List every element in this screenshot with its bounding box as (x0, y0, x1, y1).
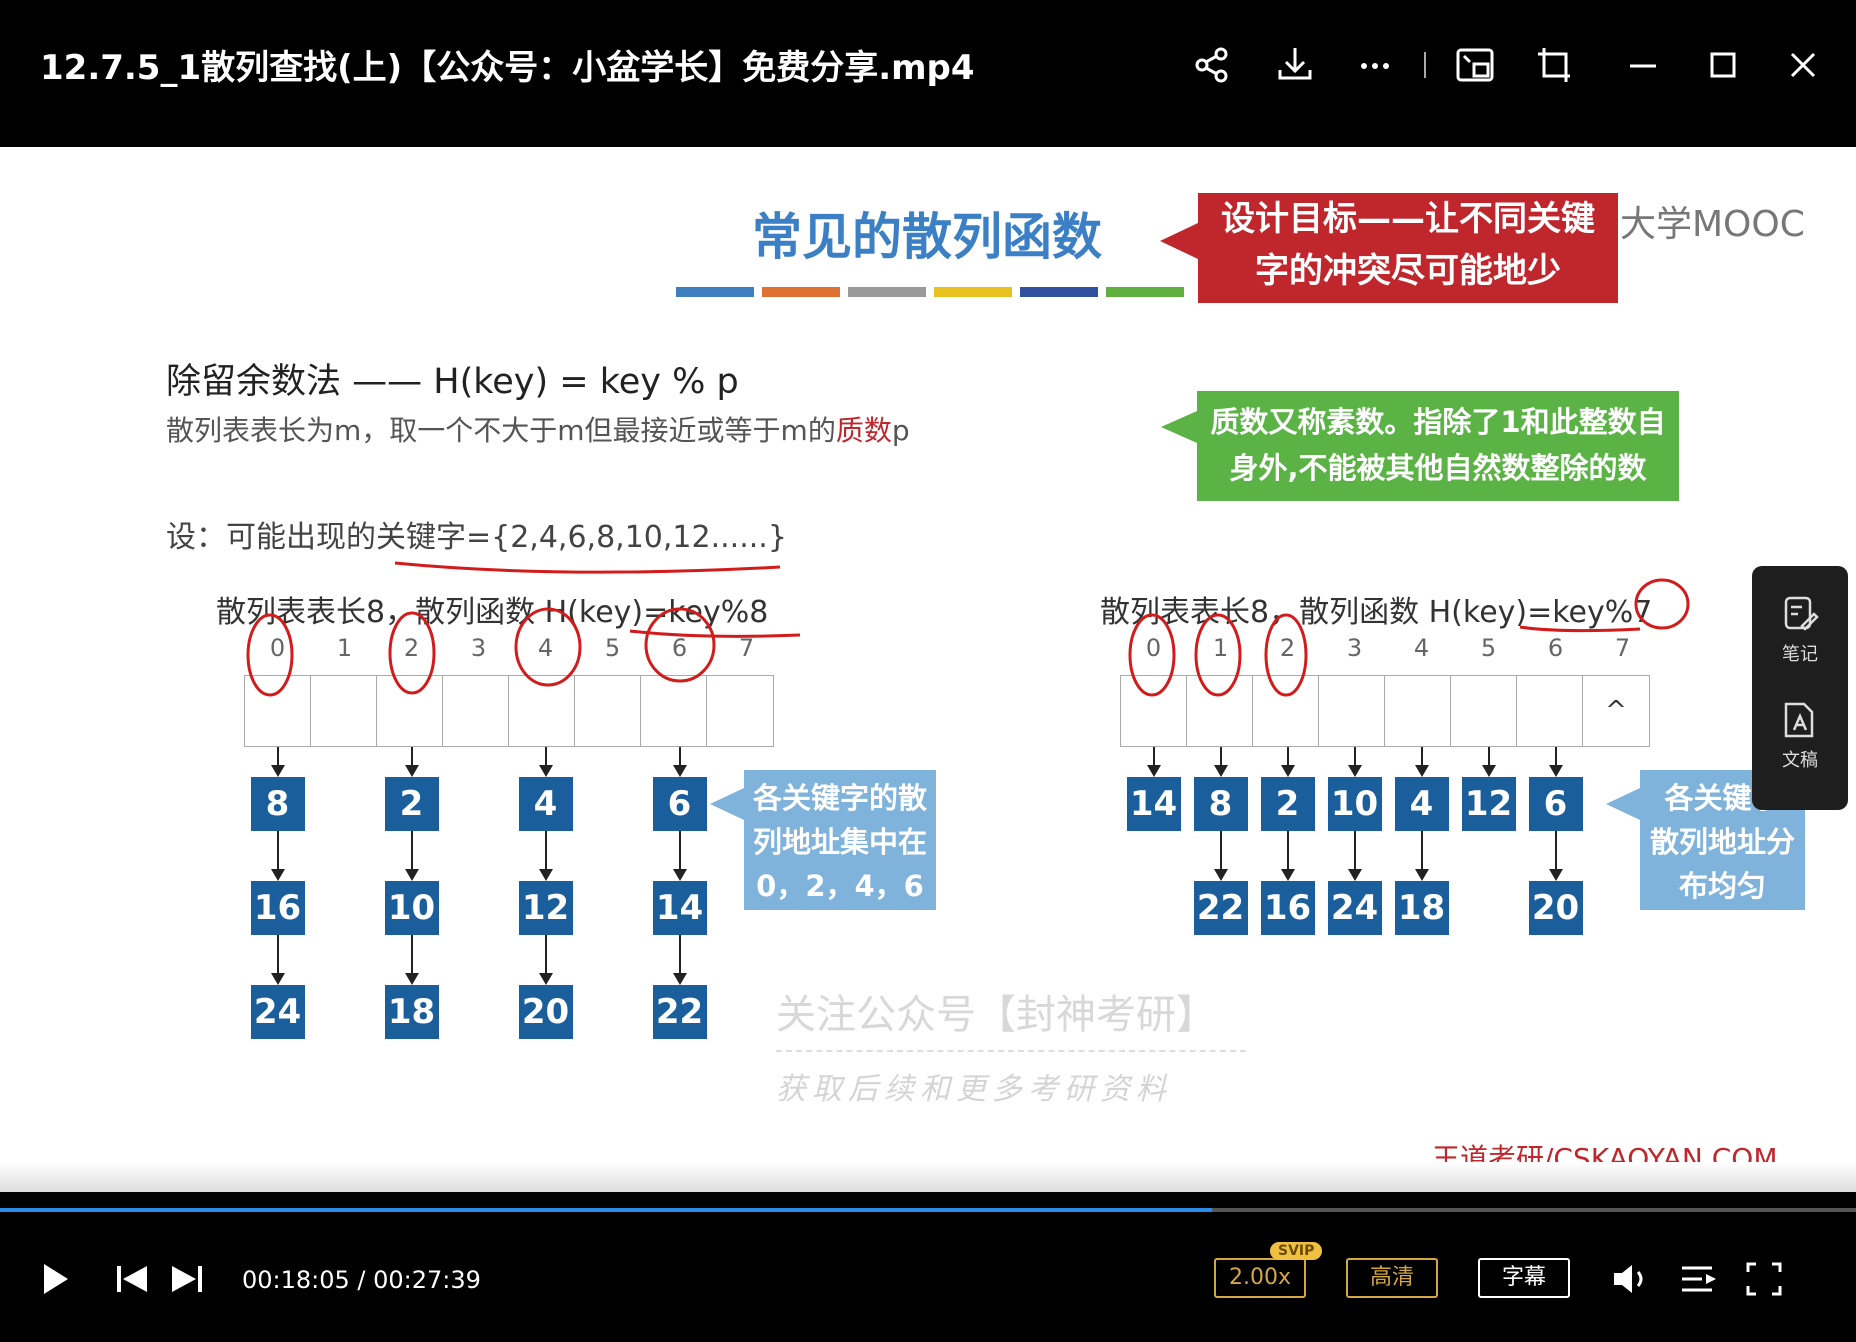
subtitle-button[interactable]: 字幕 (1478, 1258, 1570, 1298)
video-frame[interactable]: 常见的散列函数 大学MOOC 设计目标——让不同关键 字的冲突尽可能地少 除留余… (0, 147, 1856, 1192)
volume-icon[interactable] (1612, 1262, 1652, 1296)
download-icon[interactable] (1270, 40, 1320, 90)
promo-watermark: 关注公众号【封神考研】 (776, 992, 1216, 1038)
fullscreen-icon[interactable] (1746, 1262, 1782, 1296)
time-display: 00:18:05 / 00:27:39 (242, 1266, 481, 1294)
title-bar: 12.7.5_1散列查找(上)【公众号：小盆学长】免费分享.mp4 (0, 0, 1856, 147)
slide-bottom-fade (0, 1162, 1856, 1192)
notes-icon (1784, 596, 1819, 631)
next-icon[interactable] (170, 1264, 204, 1294)
left-analysis-callout: 各关键字的散 列地址集中在 0，2，4，6 (710, 770, 936, 910)
player-controls: 00:18:05 / 00:27:39 2.00x SVIP 高清 字幕 (0, 1212, 1856, 1342)
minimize-icon[interactable] (1618, 40, 1668, 90)
picture-in-picture-icon[interactable] (1450, 40, 1500, 90)
close-icon[interactable] (1778, 40, 1828, 90)
speed-button[interactable]: 2.00x (1214, 1258, 1306, 1298)
pin-window-icon[interactable] (1530, 40, 1580, 90)
svip-badge: SVIP (1270, 1242, 1323, 1260)
toolbar-divider (1424, 52, 1426, 78)
transcript-icon (1784, 702, 1814, 738)
more-icon[interactable] (1350, 40, 1400, 90)
maximize-icon[interactable] (1698, 40, 1748, 90)
notes-button[interactable]: 笔记 (1752, 594, 1848, 666)
play-icon[interactable] (40, 1262, 70, 1296)
transcript-button[interactable]: 文稿 (1752, 700, 1848, 772)
playlist-icon[interactable] (1680, 1262, 1718, 1296)
quality-button[interactable]: 高清 (1346, 1258, 1438, 1298)
watermark-divider (776, 1050, 1246, 1052)
promo-watermark-sub: 获取后续和更多考研资料 (776, 1072, 1172, 1107)
share-icon[interactable] (1188, 40, 1238, 90)
video-title: 12.7.5_1散列查找(上)【公众号：小盆学长】免费分享.mp4 (40, 48, 975, 88)
side-tool-panel: 笔记 文稿 (1752, 566, 1848, 810)
previous-icon[interactable] (115, 1264, 149, 1294)
